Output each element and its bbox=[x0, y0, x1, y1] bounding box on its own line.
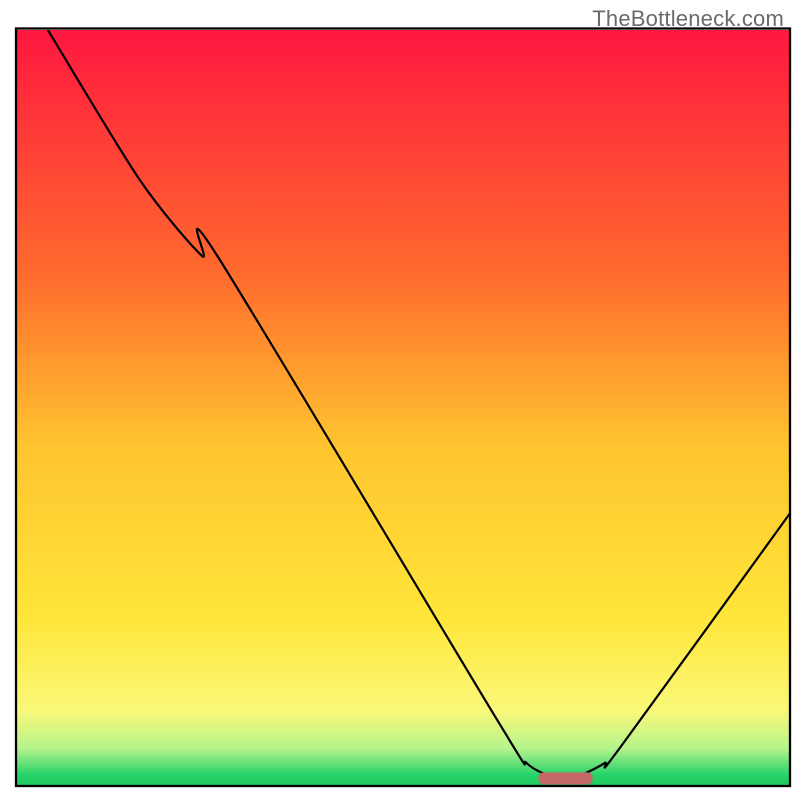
minimum-marker bbox=[538, 772, 592, 784]
chart-svg bbox=[0, 0, 800, 800]
chart-container: TheBottleneck.com bbox=[0, 0, 800, 800]
watermark-text: TheBottleneck.com bbox=[592, 6, 784, 32]
